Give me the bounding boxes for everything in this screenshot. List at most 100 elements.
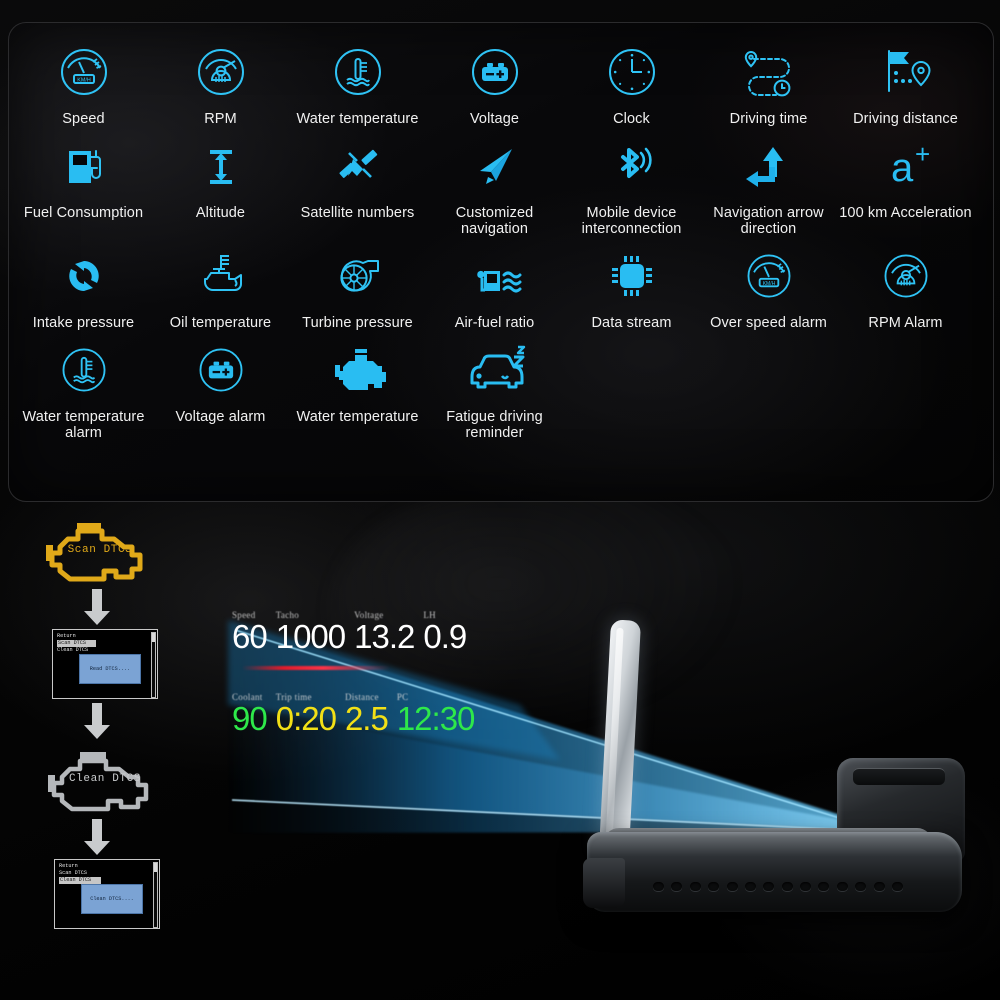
hud-tacho: Tacho 1000 xyxy=(275,610,346,655)
feature-label: Navigation arrow direction xyxy=(713,205,824,237)
svg-text:KM/H: KM/H xyxy=(762,281,775,287)
clock-icon xyxy=(602,37,662,107)
feature-label: Driving time xyxy=(729,111,808,127)
hud-bottom-row: Coolant 90 Trip time 0:20 Distance 2.5 P… xyxy=(232,692,475,737)
feature-label: Turbine pressure xyxy=(302,315,413,331)
feature-label: Fatigue driving reminder xyxy=(446,409,543,441)
hud-coolant: Coolant 90 xyxy=(232,692,268,737)
paper-plane-icon xyxy=(466,131,524,201)
feature-water-temperature-engine[interactable]: Water temperature xyxy=(289,335,426,441)
feature-over-speed-alarm[interactable]: KM/H Over speed alarm xyxy=(700,241,837,331)
combiner-glass xyxy=(598,619,642,853)
feature-label: Satellite numbers xyxy=(300,205,415,221)
hud-distance: Distance 2.5 xyxy=(344,692,389,737)
feature-air-fuel-ratio[interactable]: Air-fuel ratio xyxy=(426,241,563,331)
feature-label: Water temperature alarm xyxy=(22,409,145,441)
svg-text:+: + xyxy=(915,139,930,169)
feature-speed[interactable]: KM/H Speed xyxy=(15,37,152,127)
feature-label: Voltage xyxy=(469,111,520,127)
device-vents xyxy=(653,882,903,892)
feature-intake-pressure[interactable]: Intake pressure xyxy=(15,241,152,331)
battery-icon xyxy=(465,37,525,107)
device-front-foot xyxy=(583,858,625,908)
route-time-icon xyxy=(738,37,800,107)
feature-navigation-arrow-direction[interactable]: Navigation arrow direction xyxy=(700,131,837,237)
fuel-pump-icon xyxy=(55,131,113,201)
altitude-arrow-icon xyxy=(192,131,250,201)
feature-100km-acceleration[interactable]: a + 100 km Acceleration xyxy=(837,131,974,237)
bluetooth-icon xyxy=(603,131,661,201)
svg-text:a: a xyxy=(891,146,914,190)
feature-label: 100 km Acceleration xyxy=(839,205,972,221)
battery-icon xyxy=(193,335,249,405)
feature-label: Voltage alarm xyxy=(175,409,266,425)
hud-voltage: Voltage 13.2 xyxy=(354,610,415,655)
air-fuel-icon xyxy=(464,241,526,311)
feature-voltage-alarm[interactable]: Voltage alarm xyxy=(152,335,289,441)
hud-warning-bar xyxy=(242,666,390,670)
feature-label: Mobile device interconnection xyxy=(581,205,682,237)
hud-top-row: Speed 60 Tacho 1000 Voltage 13.2 LH 0.9 xyxy=(232,610,467,655)
feature-label: RPM Alarm xyxy=(868,315,943,331)
a-plus-icon: a + xyxy=(875,131,937,201)
feature-satellite-numbers[interactable]: Satellite numbers xyxy=(289,131,426,237)
tachometer-icon xyxy=(191,37,251,107)
feature-customized-navigation[interactable]: Customized navigation xyxy=(426,131,563,237)
feature-water-temperature[interactable]: Water temperature xyxy=(289,37,426,127)
feature-label: Altitude xyxy=(195,205,246,221)
feature-label: Customized navigation xyxy=(455,205,534,237)
feature-label: RPM xyxy=(204,111,237,127)
feature-data-stream[interactable]: Data stream xyxy=(563,241,700,331)
feature-label: Air-fuel ratio xyxy=(454,315,535,331)
device-base xyxy=(587,832,962,912)
hud-readout: Speed 60 Tacho 1000 Voltage 13.2 LH 0.9 xyxy=(232,610,475,830)
hud-trip-time: Trip time 0:20 xyxy=(275,692,337,737)
feature-driving-time[interactable]: Driving time xyxy=(700,37,837,127)
oil-can-icon xyxy=(191,241,251,311)
feature-label: Over speed alarm xyxy=(710,315,827,331)
product-feature-page: KM/H Speed RPM Water temperature Voltage… xyxy=(0,0,1000,1000)
feature-mobile-device-interconnection[interactable]: Mobile device interconnection xyxy=(563,131,700,237)
feature-label: Data stream xyxy=(591,315,672,331)
recycle-arrows-icon xyxy=(55,241,113,311)
feature-label: Oil temperature xyxy=(169,315,272,331)
projector-lens-slot xyxy=(853,768,945,785)
tachometer-icon xyxy=(878,241,934,311)
feature-label: Clock xyxy=(613,111,650,127)
feature-oil-temperature[interactable]: Oil temperature xyxy=(152,241,289,331)
features-grid: KM/H Speed RPM Water temperature Voltage… xyxy=(9,23,993,501)
water-temperature-icon xyxy=(328,37,388,107)
feature-label: Speed xyxy=(62,111,105,127)
chip-icon xyxy=(603,241,661,311)
lower-scene: Scan DTCS Return Scan DTCS Clean DTCS Re… xyxy=(0,500,1000,1000)
feature-rpm[interactable]: RPM xyxy=(152,37,289,127)
feature-fuel-consumption[interactable]: Fuel Consumption xyxy=(15,131,152,237)
feature-label: Intake pressure xyxy=(32,315,135,331)
water-temperature-icon xyxy=(56,335,112,405)
hud-speed: Speed 60 xyxy=(232,610,268,655)
feature-voltage[interactable]: Voltage xyxy=(426,37,563,127)
hud-clock: PC 12:30 xyxy=(396,692,476,737)
feature-water-temperature-alarm[interactable]: Water temperature alarm xyxy=(15,335,152,441)
flag-pin-icon xyxy=(875,37,937,107)
features-panel: KM/H Speed RPM Water temperature Voltage… xyxy=(8,22,994,502)
head-up-display-unit xyxy=(575,610,985,930)
feature-label: Water temperature xyxy=(296,409,419,425)
sleepy-car-icon xyxy=(462,335,528,405)
feature-altitude[interactable]: Altitude xyxy=(152,131,289,237)
hud-lh: LH 0.9 xyxy=(423,610,467,655)
feature-fatigue-driving-reminder[interactable]: Fatigue driving reminder xyxy=(426,335,563,441)
speedometer-icon: KM/H xyxy=(741,241,797,311)
feature-rpm-alarm[interactable]: RPM Alarm xyxy=(837,241,974,331)
feature-driving-distance[interactable]: Driving distance xyxy=(837,37,974,127)
turbo-icon xyxy=(327,241,389,311)
satellite-icon xyxy=(329,131,387,201)
feature-label: Fuel Consumption xyxy=(23,205,144,221)
engine-icon xyxy=(327,335,389,405)
turn-arrow-icon xyxy=(740,131,798,201)
feature-label: Driving distance xyxy=(853,111,958,127)
feature-label: Water temperature xyxy=(296,111,419,127)
feature-clock[interactable]: Clock xyxy=(563,37,700,127)
feature-turbine-pressure[interactable]: Turbine pressure xyxy=(289,241,426,331)
svg-text:KM/H: KM/H xyxy=(77,78,91,84)
